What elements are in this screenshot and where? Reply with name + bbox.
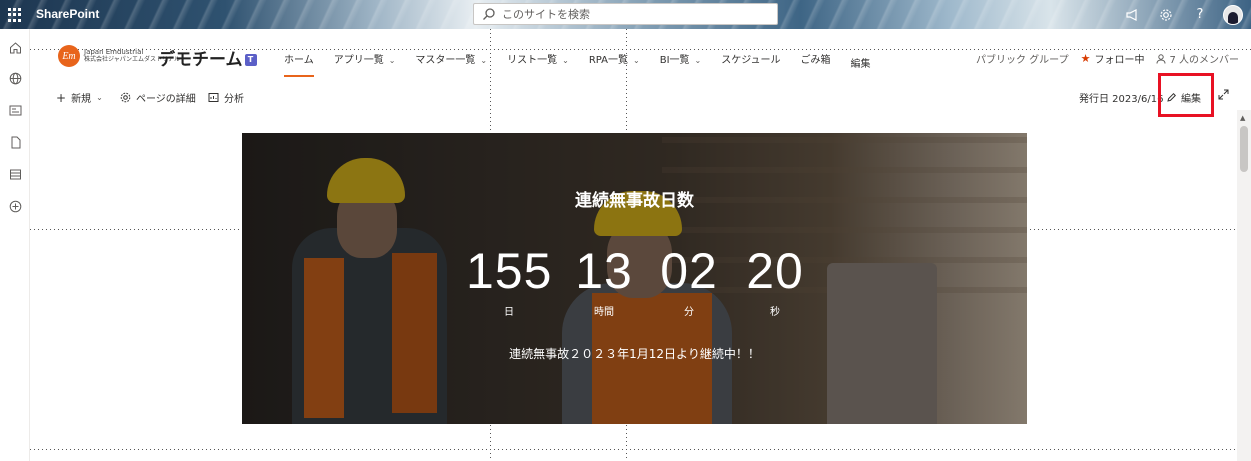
hero-subtitle: 連続無事故２０２３年1月12日より継続中！！	[509, 347, 760, 361]
counter-seconds: 20 秒	[743, 243, 807, 318]
page-details-button[interactable]: ページの詳細	[120, 90, 196, 105]
scroll-up-icon[interactable]: ▲	[1240, 114, 1245, 122]
search-icon	[483, 8, 495, 20]
chevron-down-icon: ⌄	[694, 56, 702, 65]
nav-item-home[interactable]: ホーム	[284, 51, 314, 77]
nav-edit-link[interactable]: 編集	[851, 55, 871, 70]
group-type-label: パブリック グループ	[975, 55, 1069, 66]
edit-button[interactable]: 編集	[1166, 90, 1201, 105]
vertical-scrollbar[interactable]: ▲	[1237, 110, 1251, 461]
minutes-value: 02	[660, 243, 718, 299]
follow-button[interactable]: ★ フォロー中	[1081, 51, 1145, 66]
megaphone-icon[interactable]	[1115, 0, 1149, 29]
command-bar: + 新規 ⌄ ページの詳細 分析 発行日 2023/6/16	[30, 87, 1251, 107]
chevron-down-icon: ⌄	[388, 56, 396, 65]
nav-item-schedule[interactable]: スケジュール	[721, 51, 780, 70]
home-icon[interactable]	[8, 40, 22, 54]
new-button[interactable]: + 新規 ⌄	[56, 90, 103, 106]
top-navigation: ホーム アプリ一覧 ⌄ マスター一覧 ⌄ リスト一覧 ⌄ RPA一覧 ⌄ BI一覧 ⌄ ス…	[284, 51, 891, 77]
teams-icon[interactable]: T	[244, 54, 257, 66]
nav-label: ホーム	[284, 55, 314, 66]
hero-overlay	[242, 133, 1027, 424]
follow-label: フォロー中	[1094, 55, 1145, 66]
suite-bar: SharePoint このサイトを検索 ?	[0, 0, 1251, 29]
nav-label: マスター一覧	[415, 55, 476, 66]
nav-label: リスト一覧	[507, 55, 558, 66]
nav-label: BI一覧	[659, 55, 690, 66]
days-value: 155	[466, 243, 553, 299]
chevron-down-icon: ⌄	[96, 93, 103, 102]
document-icon[interactable]	[8, 135, 22, 149]
nav-label: スケジュール	[721, 55, 781, 66]
analytics-button[interactable]: 分析	[208, 90, 244, 105]
nav-label: ごみ箱	[800, 55, 831, 66]
new-label: 新規	[71, 94, 92, 105]
members-label: 7 人のメンバー	[1169, 55, 1239, 66]
globe-icon[interactable]	[8, 71, 22, 85]
page-details-label: ページの詳細	[136, 94, 196, 105]
avatar[interactable]	[1223, 4, 1243, 25]
plus-icon: +	[56, 90, 67, 105]
logo-mark: Em	[58, 45, 80, 67]
counter-hours: 13 時間	[574, 243, 634, 318]
analytics-icon	[208, 93, 219, 102]
chevron-down-icon: ⌄	[480, 56, 488, 65]
person-icon	[1156, 53, 1166, 64]
nav-label: RPA一覧	[588, 55, 628, 66]
counter-days: 155 日	[466, 243, 552, 318]
app-name[interactable]: SharePoint	[36, 7, 99, 21]
published-date: 発行日 2023/6/16	[1079, 94, 1164, 105]
members-button[interactable]: 7 人のメンバー	[1156, 51, 1239, 66]
nav-item-recycle-bin[interactable]: ごみ箱	[801, 51, 831, 70]
list-icon[interactable]	[8, 167, 22, 181]
nav-item-rpa[interactable]: RPA一覧 ⌄	[589, 51, 640, 70]
seconds-unit: 秒	[770, 307, 780, 318]
search-box[interactable]: このサイトを検索	[473, 3, 778, 25]
accident-free-hero: 連続無事故日数 155 日 13 時間 02 分 20 秒 連続無事故２０２３年…	[242, 133, 1027, 424]
chevron-down-icon: ⌄	[562, 56, 569, 65]
scrollbar-thumb[interactable]	[1240, 126, 1248, 172]
nav-item-bi[interactable]: BI一覧 ⌄	[660, 51, 702, 70]
add-circle-icon[interactable]	[8, 199, 22, 213]
app-launcher-icon[interactable]	[8, 8, 22, 22]
search-placeholder: このサイトを検索	[502, 8, 590, 21]
nav-label: 編集	[850, 59, 871, 70]
gear-icon	[120, 92, 131, 103]
nav-label: アプリ一覧	[333, 55, 384, 66]
edit-label: 編集	[1181, 94, 1201, 105]
star-icon: ★	[1080, 52, 1091, 65]
pencil-icon	[1167, 92, 1177, 102]
chevron-down-icon: ⌄	[633, 56, 640, 65]
expand-icon[interactable]	[1218, 89, 1229, 100]
site-title[interactable]: デモチーム T	[158, 45, 257, 70]
hero-title: 連続無事故日数	[575, 191, 694, 211]
gear-icon[interactable]	[1149, 0, 1183, 29]
help-icon[interactable]: ?	[1183, 0, 1217, 29]
hours-unit: 時間	[594, 307, 614, 318]
nav-item-lists[interactable]: リスト一覧 ⌄	[507, 51, 569, 70]
left-rail	[0, 29, 30, 461]
counter-minutes: 02 分	[657, 243, 721, 318]
site-title-text: デモチーム	[158, 50, 243, 70]
hours-value: 13	[575, 243, 633, 299]
analytics-label: 分析	[224, 94, 244, 105]
seconds-value: 20	[746, 243, 804, 299]
news-icon[interactable]	[8, 103, 22, 117]
minutes-unit: 分	[684, 307, 694, 318]
site-header: Em Japan Emdustrial 株式会社ジャパンエムダストリアル デモチ…	[30, 29, 1251, 87]
days-unit: 日	[504, 307, 514, 318]
nav-item-masters[interactable]: マスター一覧 ⌄	[415, 51, 487, 70]
nav-item-apps[interactable]: アプリ一覧 ⌄	[334, 51, 396, 70]
